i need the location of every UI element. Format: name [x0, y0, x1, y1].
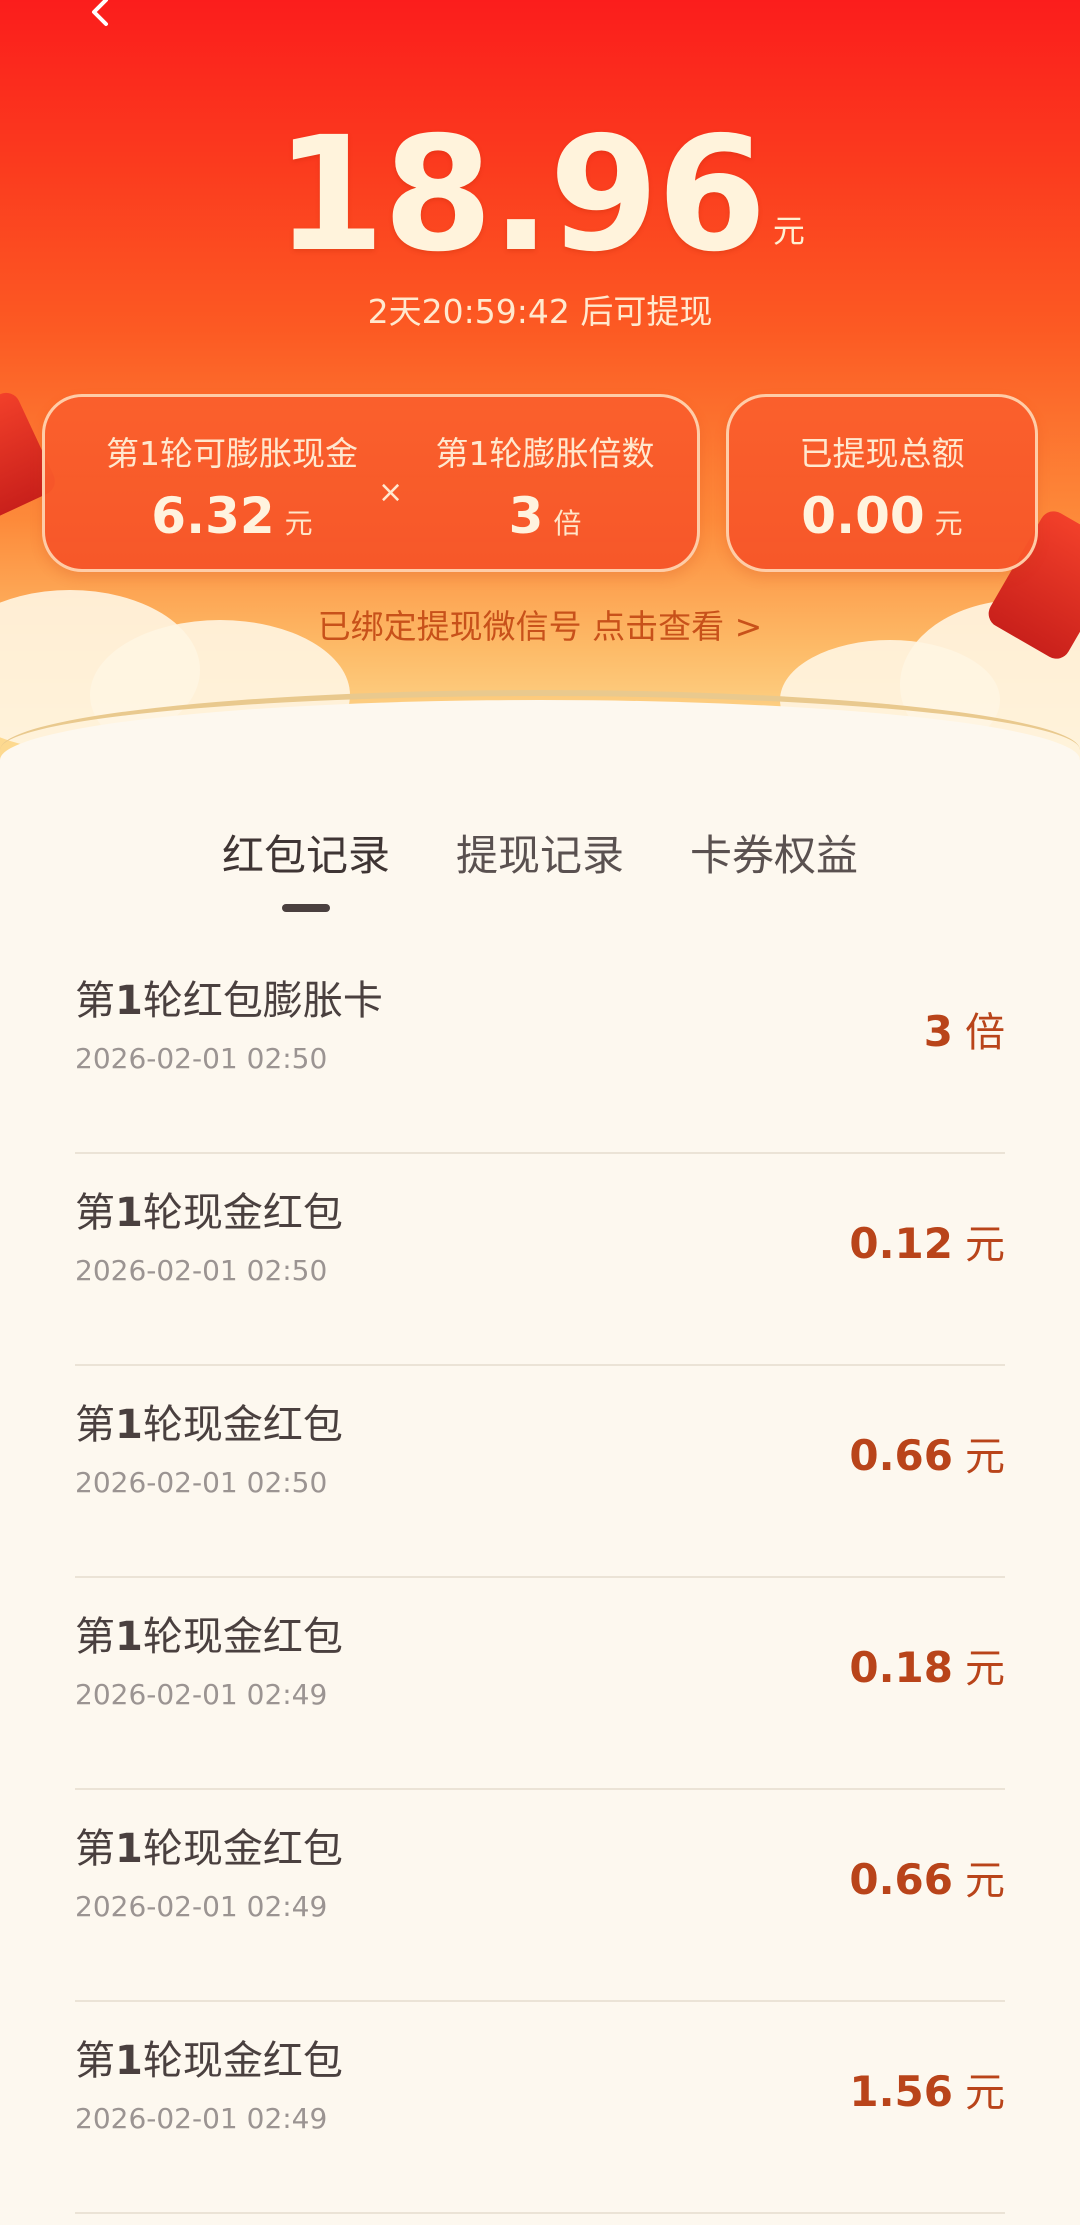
list-item: 第1轮红包膨胀卡 2026-02-01 02:50 3 倍	[75, 942, 1005, 1154]
balance-value: 18.96	[275, 103, 767, 287]
balance-amount: 18.96 元	[0, 103, 1080, 287]
list-item: 第1轮现金红包 2026-02-01 02:50 0.66 元	[75, 1366, 1005, 1578]
record-unit: 元	[965, 1646, 1005, 1692]
tab-red-packet-records[interactable]: 红包记录	[222, 822, 390, 912]
record-title: 第1轮红包膨胀卡	[75, 978, 383, 1024]
record-value: 3	[923, 1007, 953, 1056]
multiply-symbol: ×	[378, 475, 404, 510]
list-item: 第1轮现金红包 2026-02-01 02:49 0.66 元	[75, 1790, 1005, 2002]
stat-unit: 倍	[553, 507, 582, 540]
record-value: 0.66	[849, 1431, 953, 1480]
record-unit: 倍	[965, 1010, 1005, 1056]
stat-value: 6.32	[151, 487, 275, 545]
record-amount: 0.66 元	[849, 1848, 1005, 1906]
stat-label: 第1轮膨胀倍数	[435, 434, 655, 473]
record-time: 2026-02-01 02:49	[75, 2102, 328, 2135]
view-bound-wechat-link[interactable]: 已绑定提现微信号 点击查看 >	[0, 600, 1080, 648]
record-title: 第1轮现金红包	[75, 1402, 343, 1448]
record-unit: 元	[965, 1222, 1005, 1268]
withdrawn-total-stat: 已提现总额 0.00 元	[729, 427, 1035, 545]
record-title: 第1轮现金红包	[75, 1190, 343, 1236]
record-amount: 0.18 元	[849, 1636, 1005, 1694]
list-item: 第1轮现金红包 2026-02-01 02:50 0.12 元	[75, 1154, 1005, 1366]
record-title: 第1轮现金红包	[75, 1614, 343, 1660]
expandable-cash-stat: 第1轮可膨胀现金 6.32 元	[87, 427, 377, 545]
record-value: 0.66	[849, 1855, 953, 1904]
stat-unit: 元	[284, 507, 313, 540]
record-amount: 0.66 元	[849, 1424, 1005, 1482]
record-time: 2026-02-01 02:50	[75, 1042, 328, 1075]
stat-value: 0.00	[801, 487, 925, 545]
record-time: 2026-02-01 02:49	[75, 1890, 328, 1923]
record-value: 0.18	[849, 1643, 953, 1692]
stat-value: 3	[508, 487, 544, 545]
record-unit: 元	[965, 1434, 1005, 1480]
record-time: 2026-02-01 02:50	[75, 1466, 328, 1499]
round-stats-card: 第1轮可膨胀现金 6.32 元 × 第1轮膨胀倍数 3 倍	[42, 394, 700, 572]
record-amount: 1.56 元	[849, 2060, 1005, 2118]
record-unit: 元	[965, 2070, 1005, 2116]
stat-label: 第1轮可膨胀现金	[106, 434, 358, 473]
record-amount: 0.12 元	[849, 1212, 1005, 1270]
tab-label: 提现记录	[455, 831, 624, 880]
list-item: 第1轮现金红包 2026-02-01 02:49 1.56 元	[75, 2002, 1005, 2214]
record-amount: 3 倍	[924, 1000, 1005, 1058]
tab-coupon-benefits[interactable]: 卡券权益	[690, 822, 858, 912]
record-unit: 元	[965, 1858, 1005, 1904]
record-tabs: 红包记录 提现记录 卡券权益	[0, 822, 1080, 912]
stat-label: 已提现总额	[799, 434, 965, 473]
hero-header: 18.96 元 2天20:59:42 后可提现 第1轮可膨胀现金 6.32 元 …	[0, 0, 1080, 760]
record-title: 第1轮现金红包	[75, 1826, 343, 1872]
tab-withdraw-records[interactable]: 提现记录	[456, 822, 624, 912]
record-list: 第1轮红包膨胀卡 2026-02-01 02:50 3 倍 第1轮现金红包 20…	[75, 942, 1005, 2214]
stat-unit: 元	[934, 507, 963, 540]
record-time: 2026-02-01 02:49	[75, 1678, 328, 1711]
record-time: 2026-02-01 02:50	[75, 1254, 328, 1287]
chevron-left-icon	[92, 0, 108, 26]
multiplier-stat: 第1轮膨胀倍数 3 倍	[415, 427, 675, 545]
tab-label: 红包记录	[221, 831, 390, 880]
list-item: 第1轮现金红包 2026-02-01 02:49 0.18 元	[75, 1578, 1005, 1790]
back-button[interactable]	[70, 0, 130, 40]
balance-unit: 元	[772, 212, 805, 250]
withdraw-countdown: 2天20:59:42 后可提现	[367, 292, 713, 331]
withdrawn-total-card: 已提现总额 0.00 元	[726, 394, 1038, 572]
record-value: 1.56	[849, 2067, 953, 2116]
record-value: 0.12	[849, 1219, 953, 1268]
tab-label: 卡券权益	[690, 831, 859, 880]
active-tab-indicator	[281, 904, 330, 912]
record-title: 第1轮现金红包	[75, 2038, 343, 2084]
